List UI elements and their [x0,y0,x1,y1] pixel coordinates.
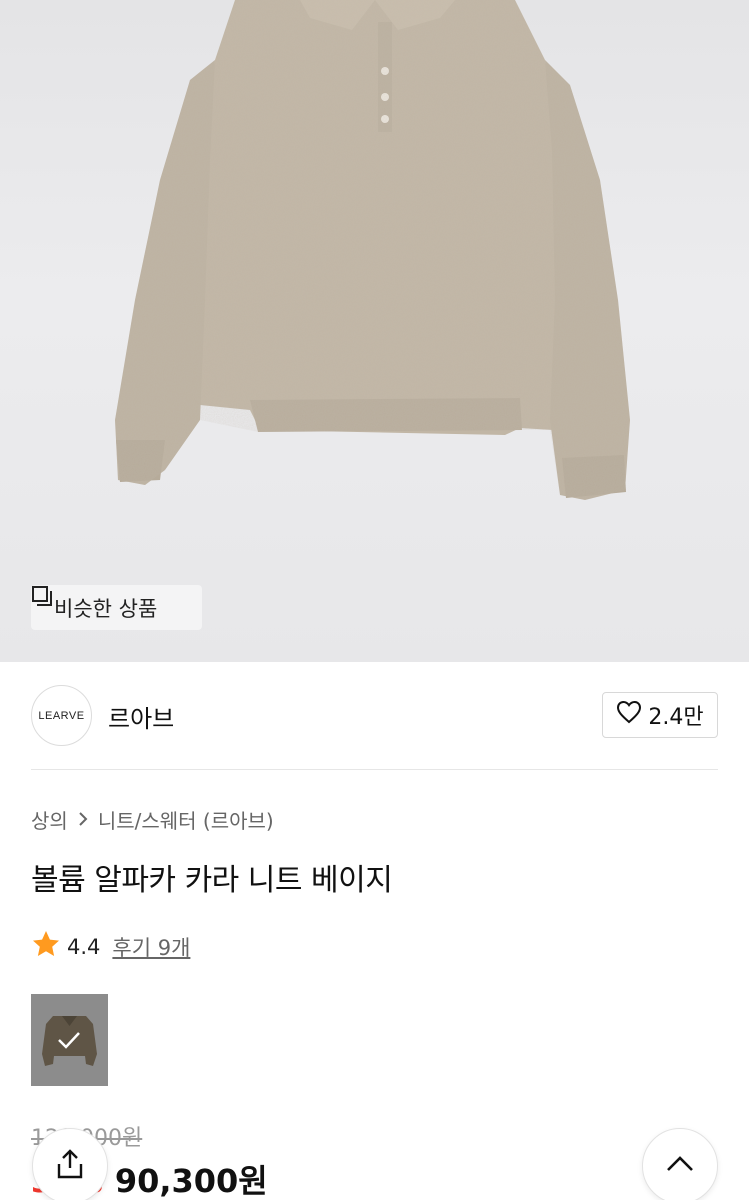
scroll-top-button[interactable] [642,1128,718,1200]
breadcrumb-category[interactable]: 상의 [31,805,68,834]
chevron-up-icon [665,1154,695,1178]
brand-name[interactable]: 르아브 [108,699,174,734]
chevron-right-icon [76,808,90,832]
like-count: 2.4만 [648,705,704,730]
product-title: 볼륨 알파카 카라 니트 베이지 [31,863,393,898]
like-button[interactable]: 2.4만 [602,692,718,738]
sweater-illustration [115,0,630,500]
heart-icon [616,700,642,730]
divider [31,769,718,770]
brand-logo[interactable]: LEARVE [31,685,92,746]
sweater-shape [115,0,630,500]
product-image[interactable]: 비슷한 상품 [0,0,749,662]
breadcrumb: 상의 니트/스웨터 (르아브) [31,805,274,834]
brand-row: LEARVE 르아브 2.4만 [31,685,718,747]
review-link[interactable]: 후기 9개 [112,932,190,962]
similar-products-button[interactable]: 비슷한 상품 [31,585,202,630]
color-option-thumbnail[interactable] [31,994,108,1086]
similar-products-label: 비슷한 상품 [54,596,158,621]
star-icon [31,929,61,964]
sale-price: 90,300원 [114,1162,268,1200]
rating-value: 4.4 [67,934,101,959]
brand-logo-text: LEARVE [38,709,85,722]
share-button[interactable] [32,1128,108,1200]
rating-row: 4.4 후기 9개 [31,929,190,964]
breadcrumb-subcategory[interactable]: 니트/스웨터 (르아브) [98,805,274,834]
share-icon [55,1148,85,1184]
